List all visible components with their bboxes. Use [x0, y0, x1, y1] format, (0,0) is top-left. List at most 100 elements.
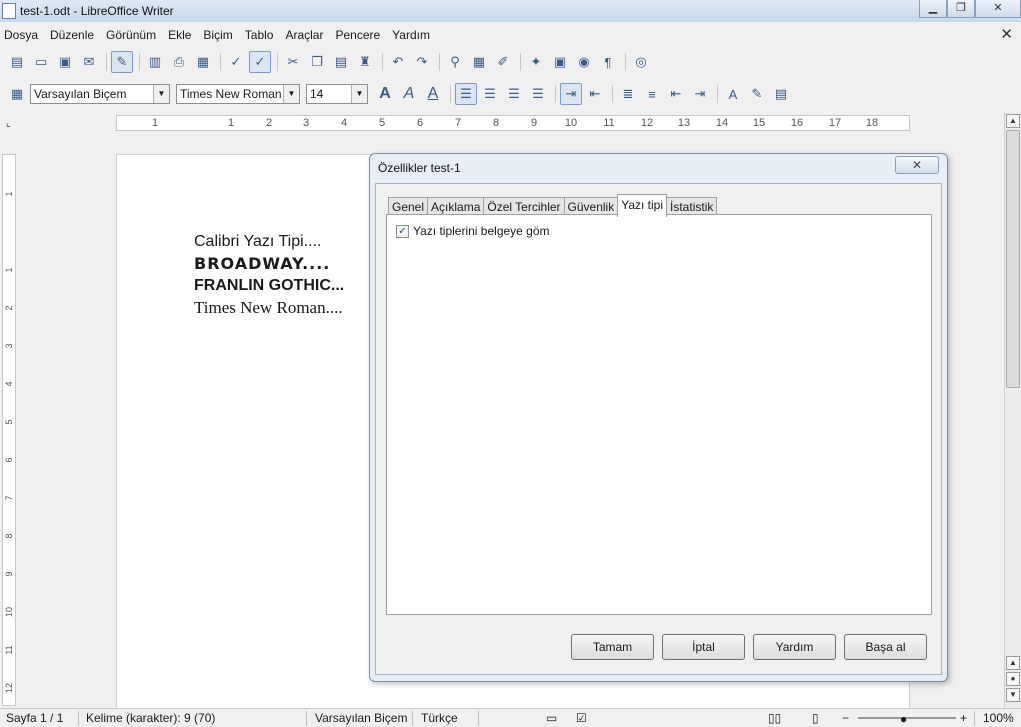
hyperlink-icon[interactable]: ⚲ [444, 51, 466, 73]
new-document-icon[interactable]: ▤ [6, 51, 28, 73]
next-page-icon[interactable]: ▼ [1006, 688, 1020, 702]
embed-fonts-checkbox[interactable]: ✓ [396, 224, 409, 238]
menu-dosya[interactable]: Dosya [4, 28, 38, 42]
clone-format-icon[interactable]: ♜ [354, 51, 376, 73]
scrollbar-thumb[interactable] [1006, 130, 1020, 388]
embed-fonts-option[interactable]: ✓ Yazı tiplerini belgeye göm [396, 224, 550, 238]
chevron-down-icon[interactable]: ▼ [351, 85, 367, 103]
vertical-scrollbar[interactable]: ▲ ▲ ● ▼ [1004, 112, 1021, 708]
previous-page-icon[interactable]: ▲ [1006, 656, 1020, 670]
align-center-icon[interactable]: ☰ [479, 83, 501, 105]
menu-tablo[interactable]: Tablo [245, 28, 274, 42]
highlight-icon[interactable]: ✎ [746, 83, 768, 105]
embed-fonts-label[interactable]: Yazı tiplerini belgeye göm [413, 224, 550, 238]
zoom-slider-thumb[interactable]: ● [900, 712, 907, 726]
justify-icon[interactable]: ☰ [527, 83, 549, 105]
menu-bicim[interactable]: Biçim [203, 28, 232, 42]
cancel-button[interactable]: İptal [662, 634, 745, 660]
table-icon[interactable]: ▦ [468, 51, 490, 73]
vertical-ruler[interactable]: 1 1 2 3 4 5 6 7 8 9 10 11 12 [2, 154, 16, 706]
draw-functions-icon[interactable]: ✐ [492, 51, 514, 73]
window-close-button[interactable]: ✕ [975, 0, 1021, 18]
tab-yazi-tipi[interactable]: Yazı tipi [617, 194, 668, 217]
rtl-direction-icon[interactable]: ⇤ [584, 83, 606, 105]
menu-pencere[interactable]: Pencere [335, 28, 380, 42]
reset-button[interactable]: Başa al [844, 634, 927, 660]
underline-icon[interactable]: A [422, 83, 444, 105]
help-icon[interactable]: ◎ [630, 51, 652, 73]
formatting-marks-icon[interactable]: ¶ [597, 51, 619, 73]
gallery-icon[interactable]: ▣ [549, 51, 571, 73]
decrease-indent-icon[interactable]: ⇤ [665, 83, 687, 105]
open-folder-icon[interactable]: ▭ [30, 51, 52, 73]
restore-button[interactable]: ❐ [947, 0, 975, 18]
bullets-icon[interactable]: ≡ [641, 83, 663, 105]
document-line-franklin[interactable]: FRANLIN GOTHIC... [194, 277, 344, 295]
scroll-up-icon[interactable]: ▲ [1006, 114, 1020, 128]
dialog-close-button[interactable]: ✕ [895, 156, 939, 174]
menu-duzenle[interactable]: Düzenle [50, 28, 94, 42]
font-name-select[interactable]: Times New Roman ▼ [176, 84, 300, 104]
edit-mode-icon[interactable]: ✎ [111, 51, 133, 73]
vruler-number: 3 [4, 343, 14, 349]
zoom-in-icon[interactable]: + [960, 711, 967, 725]
styles-icon[interactable]: ▦ [6, 83, 28, 105]
status-language[interactable]: Türkçe [421, 711, 458, 725]
horizontal-ruler[interactable]: 1 1 2 3 4 5 6 7 8 9 10 11 12 13 14 15 16… [116, 115, 910, 131]
print-preview-icon[interactable]: ▦ [192, 51, 214, 73]
bold-icon[interactable]: A [374, 83, 396, 105]
ltr-direction-icon[interactable]: ⇥ [560, 83, 582, 105]
book-view-icon[interactable]: ▯ [812, 711, 819, 725]
status-page[interactable]: Sayfa 1 / 1 [6, 711, 63, 725]
spellcheck-icon[interactable]: ✓ [225, 51, 247, 73]
close-document-icon[interactable]: ✕ [1000, 25, 1013, 43]
document-line-broadway[interactable]: BROADWAY.... [194, 254, 330, 273]
align-right-icon[interactable]: ☰ [503, 83, 525, 105]
font-color-icon[interactable]: A [722, 83, 744, 105]
undo-icon[interactable]: ↶ [387, 51, 409, 73]
paste-icon[interactable]: ▤ [330, 51, 352, 73]
document-line-times[interactable]: Times New Roman.... [194, 298, 343, 318]
redo-icon[interactable]: ↷ [411, 51, 433, 73]
save-icon[interactable]: ▣ [54, 51, 76, 73]
menu-yardim[interactable]: Yardım [392, 28, 430, 42]
document-line-calibri[interactable]: Calibri Yazı Tipi.... [194, 233, 321, 251]
vruler-number: 4 [4, 381, 14, 387]
paragraph-style-select[interactable]: Varsayılan Biçem ▼ [30, 84, 170, 104]
menu-ekle[interactable]: Ekle [168, 28, 191, 42]
cut-icon[interactable]: ✂ [282, 51, 304, 73]
chevron-down-icon[interactable]: ▼ [153, 85, 169, 103]
chevron-down-icon[interactable]: ▼ [283, 85, 299, 103]
minimize-button[interactable]: ▁ [919, 0, 947, 18]
ok-button[interactable]: Tamam [571, 634, 654, 660]
ruler-number: 2 [265, 117, 273, 129]
autospellcheck-icon[interactable]: ✓ [249, 51, 271, 73]
navigator-icon[interactable]: ✦ [525, 51, 547, 73]
navigation-icon[interactable]: ● [1006, 672, 1020, 686]
numbering-icon[interactable]: ≣ [617, 83, 639, 105]
align-left-icon[interactable]: ☰ [455, 83, 477, 105]
print-icon[interactable]: ⎙ [168, 51, 190, 73]
insert-mode-icon[interactable]: ▭ [546, 711, 557, 725]
status-style[interactable]: Varsayılan Biçem [315, 711, 407, 725]
copy-icon[interactable]: ❐ [306, 51, 328, 73]
zoom-out-icon[interactable]: − [842, 711, 849, 725]
italic-icon[interactable]: A [398, 83, 420, 105]
data-sources-icon[interactable]: ◉ [573, 51, 595, 73]
menu-gorunum[interactable]: Görünüm [106, 28, 156, 42]
ruler-number: 15 [752, 117, 766, 129]
single-page-view-icon[interactable]: ▯▯ [768, 711, 781, 725]
tab-stop-icon[interactable]: ⌞ [6, 118, 11, 129]
background-color-icon[interactable]: ▤ [770, 83, 792, 105]
increase-indent-icon[interactable]: ⇥ [689, 83, 711, 105]
font-size-select[interactable]: 14 ▼ [306, 84, 368, 104]
email-icon[interactable]: ✉ [78, 51, 100, 73]
font-size-value: 14 [310, 87, 324, 101]
help-button[interactable]: Yardım [753, 634, 836, 660]
status-words[interactable]: Kelime (karakter): 9 (70) [86, 711, 215, 725]
export-pdf-icon[interactable]: ▥ [144, 51, 166, 73]
menu-bar: Dosya Düzenle Görünüm Ekle Biçim Tablo A… [0, 24, 1021, 46]
menu-araclar[interactable]: Araçlar [285, 28, 323, 42]
doc-modified-icon[interactable]: ☑ [576, 711, 587, 725]
status-zoom[interactable]: 100% [983, 711, 1014, 725]
